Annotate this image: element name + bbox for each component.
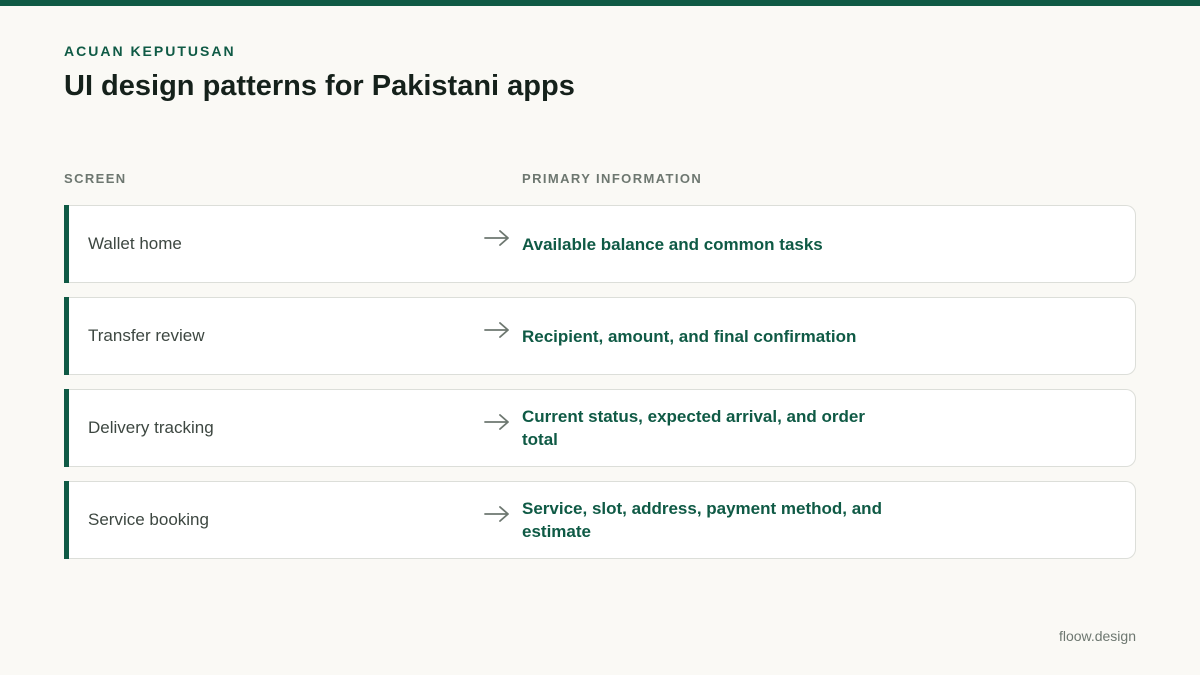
arrow-right-icon [484,414,509,430]
row-accent-bar [64,205,69,283]
page-title: UI design patterns for Pakistani apps [64,70,575,102]
eyebrow-label: ACUAN KEPUTUSAN [64,43,236,59]
row-primary-information: Current status, expected arrival, and or… [522,407,865,449]
row-primary-information: Recipient, amount, and final confirmatio… [522,326,857,346]
pattern-row: Transfer review Recipient, amount, and f… [64,297,1136,375]
arrow-right-icon [484,506,509,522]
row-primary-information: Available balance and common tasks [522,234,823,254]
arrow-right-icon [484,230,509,246]
row-screen-name: Delivery tracking [88,418,214,437]
pattern-row: Service booking Service, slot, address, … [64,481,1136,559]
row-accent-bar [64,389,69,467]
footer-brand: floow.design [1058,628,1136,644]
top-accent-bar [0,0,1200,6]
row-primary-information: Service, slot, address, payment method, … [522,499,882,541]
pattern-row: Wallet home Available balance and common… [64,205,1136,283]
column-header-primary-information: PRIMARY INFORMATION [522,171,703,186]
row-screen-name: Transfer review [88,326,205,345]
pattern-list: Wallet home Available balance and common… [64,205,1136,573]
row-accent-bar [64,481,69,559]
column-header-screen: SCREEN [64,171,127,186]
pattern-row: Delivery tracking Current status, expect… [64,389,1136,467]
row-accent-bar [64,297,69,375]
arrow-right-icon [484,322,509,338]
row-screen-name: Service booking [88,510,209,529]
row-screen-name: Wallet home [88,234,182,253]
